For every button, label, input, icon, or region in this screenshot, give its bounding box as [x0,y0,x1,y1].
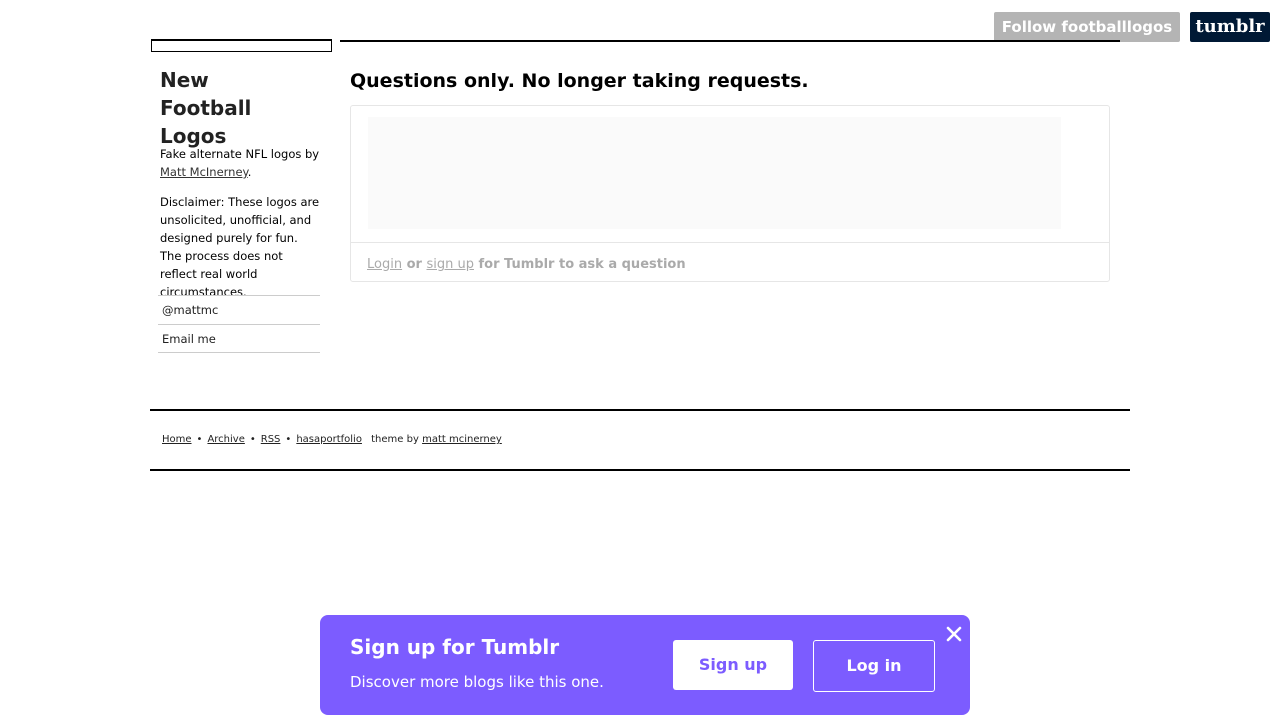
footer-separator: • [196,434,203,445]
footer-link-home[interactable]: Home [162,434,192,445]
or-text: or [406,257,422,272]
banner-title[interactable]: Sign up for Tumblr [350,635,559,659]
author-link[interactable]: Matt McInerney [160,165,248,179]
footer-nav: Home • Archive • RSS • hasaportfolio theme by … [162,432,502,448]
ask-footer: Login or sign up for Tumblr to ask a que… [351,242,1109,282]
ask-form: Login or sign up for Tumblr to ask a que… [350,105,1110,282]
description-period: . [247,165,252,179]
disclaimer-text: Disclaimer: These logos are unsolicited,… [160,195,320,299]
ask-textarea[interactable] [368,117,1061,229]
banner-subtitle[interactable]: Discover more blogs like this one. [350,673,604,691]
ask-login-note: Login or sign up for Tumblr to ask a que… [367,257,686,272]
search-input[interactable] [151,39,332,52]
footer-divider-bottom [150,469,1130,471]
sidebar-link-email[interactable]: Email me [158,324,320,353]
footer-link-archive[interactable]: Archive [207,434,244,445]
tumblr-logo[interactable]: tumblr [1190,12,1270,42]
signup-button[interactable]: Sign up [673,640,793,690]
sidebar-links: @mattmc Email me [158,295,320,353]
footer-link-rss[interactable]: RSS [261,434,281,445]
sidebar-link-twitter[interactable]: @mattmc [158,295,320,324]
follow-button[interactable]: Follow footballlogos [994,12,1180,42]
footer-link-portfolio[interactable]: hasaportfolio [296,434,362,445]
footer-divider-top [150,409,1130,411]
signup-banner: Sign up for Tumblr Discover more blogs l… [320,615,970,715]
page-title: Questions only. No longer taking request… [350,70,809,92]
login-link[interactable]: Login [367,257,402,272]
header-divider [340,40,1120,42]
theme-credit-text: theme by [371,434,419,445]
signup-link[interactable]: sign up [426,257,474,272]
login-button[interactable]: Log in [813,640,935,692]
ask-note-suffix: for Tumblr to ask a question [478,257,686,272]
blog-title[interactable]: New Football Logos [160,66,300,150]
footer-separator: • [285,434,292,445]
blog-description: Fake alternate NFL logos by Matt McInern… [160,145,320,181]
footer-separator: • [249,434,256,445]
theme-author-link[interactable]: matt mcinerney [422,434,502,445]
description-text: Fake alternate NFL logos by [160,147,320,161]
close-icon[interactable] [942,622,966,646]
